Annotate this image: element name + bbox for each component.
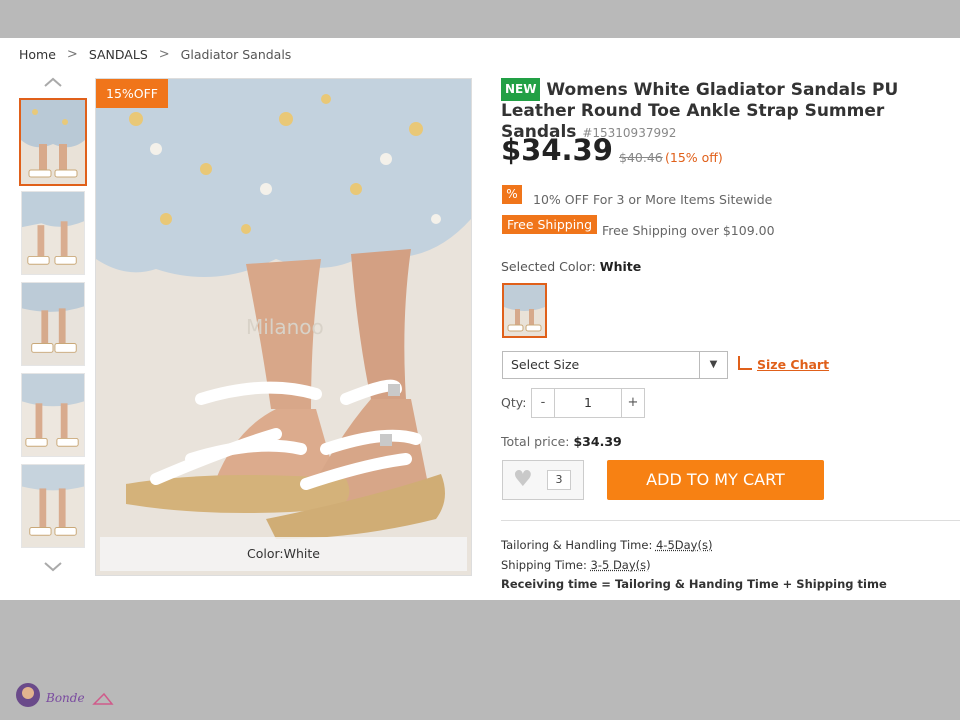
svg-text:Bonde: Bonde xyxy=(45,691,85,705)
add-to-cart-button[interactable]: ADD TO MY CART xyxy=(607,460,824,500)
size-select-value: Select Size xyxy=(511,357,580,372)
breadcrumb-separator: > xyxy=(66,47,78,62)
shipping-time: Shipping Time: 3-5 Day(s) xyxy=(501,558,651,572)
watermark: Milanoo xyxy=(246,315,324,339)
new-badge: NEW xyxy=(501,78,541,101)
thumbnail-5[interactable] xyxy=(21,464,85,548)
percent-icon: % xyxy=(502,185,522,204)
promo-text: 10% OFF For 3 or More Items Sitewide xyxy=(533,192,773,207)
size-select[interactable]: Select Size ▼ xyxy=(502,351,728,379)
breadcrumb-current: Gladiator Sandals xyxy=(180,47,292,62)
old-price: $40.46 xyxy=(619,150,663,165)
product-photo: Milanoo xyxy=(96,79,471,575)
tailoring-time: Tailoring & Handling Time: 4-5Day(s) xyxy=(501,538,712,552)
qty-input[interactable]: 1 xyxy=(554,389,622,417)
selected-color-label: Selected Color: xyxy=(501,259,596,274)
wishlist-button[interactable]: ♥ 3 xyxy=(502,460,584,500)
tailoring-value: 4-5Day(s) xyxy=(655,538,713,552)
breadcrumb-separator: > xyxy=(158,47,170,62)
ruler-icon xyxy=(738,356,752,370)
thumbnail-4[interactable] xyxy=(21,373,85,457)
shipping-time-value: 3-5 Day(s) xyxy=(590,558,651,572)
thumbnail-3[interactable] xyxy=(21,282,85,366)
size-chart-label: Size Chart xyxy=(757,357,830,372)
corner-logo: Bonde xyxy=(14,678,114,714)
product-page: Home > SANDALS > Gladiator Sandals Milan… xyxy=(0,38,960,600)
main-product-image[interactable]: Milanoo 15%OFF Color:White xyxy=(95,78,472,576)
wishlist-count: 3 xyxy=(547,470,571,490)
shipping-time-label: Shipping Time: xyxy=(501,558,587,572)
total-price-label: Total price: xyxy=(501,434,570,449)
breadcrumb: Home > SANDALS > Gladiator Sandals xyxy=(19,47,291,62)
total-price-value: $34.39 xyxy=(573,434,622,449)
dropdown-arrow-icon[interactable]: ▼ xyxy=(699,352,727,378)
thumbnail-strip xyxy=(19,76,89,576)
chevron-down-icon[interactable] xyxy=(43,560,63,576)
size-chart-link[interactable]: Size Chart xyxy=(738,356,829,372)
receiving-time: Receiving time = Tailoring & Handing Tim… xyxy=(501,577,887,591)
top-gray-bar xyxy=(0,0,960,38)
current-price: $34.39 xyxy=(501,133,613,167)
chevron-up-icon[interactable] xyxy=(43,75,63,91)
tailoring-label: Tailoring & Handling Time: xyxy=(501,538,653,552)
selected-color-value: White xyxy=(599,259,642,274)
divider xyxy=(501,520,960,521)
percent-off: (15% off) xyxy=(665,150,723,165)
swatch-image xyxy=(504,285,545,336)
thumbnail-2[interactable] xyxy=(21,191,85,275)
thumbnail-1[interactable] xyxy=(19,98,87,186)
qty-minus-button[interactable]: - xyxy=(532,389,554,417)
selected-color: Selected Color: White xyxy=(501,259,641,274)
breadcrumb-sandals[interactable]: SANDALS xyxy=(89,47,148,62)
breadcrumb-home[interactable]: Home xyxy=(19,47,56,62)
heart-icon: ♥ xyxy=(513,467,533,492)
color-swatch-white[interactable] xyxy=(502,283,547,338)
qty-label: Qty: xyxy=(501,395,527,410)
free-shipping-badge: Free Shipping xyxy=(502,215,598,234)
image-caption: Color:White xyxy=(100,537,467,571)
discount-badge: 15%OFF xyxy=(96,79,169,108)
quantity-stepper: - 1 + xyxy=(531,388,645,418)
qty-plus-button[interactable]: + xyxy=(622,389,644,417)
total-price: Total price: $34.39 xyxy=(501,434,622,449)
shipping-text: Free Shipping over $109.00 xyxy=(602,223,775,238)
